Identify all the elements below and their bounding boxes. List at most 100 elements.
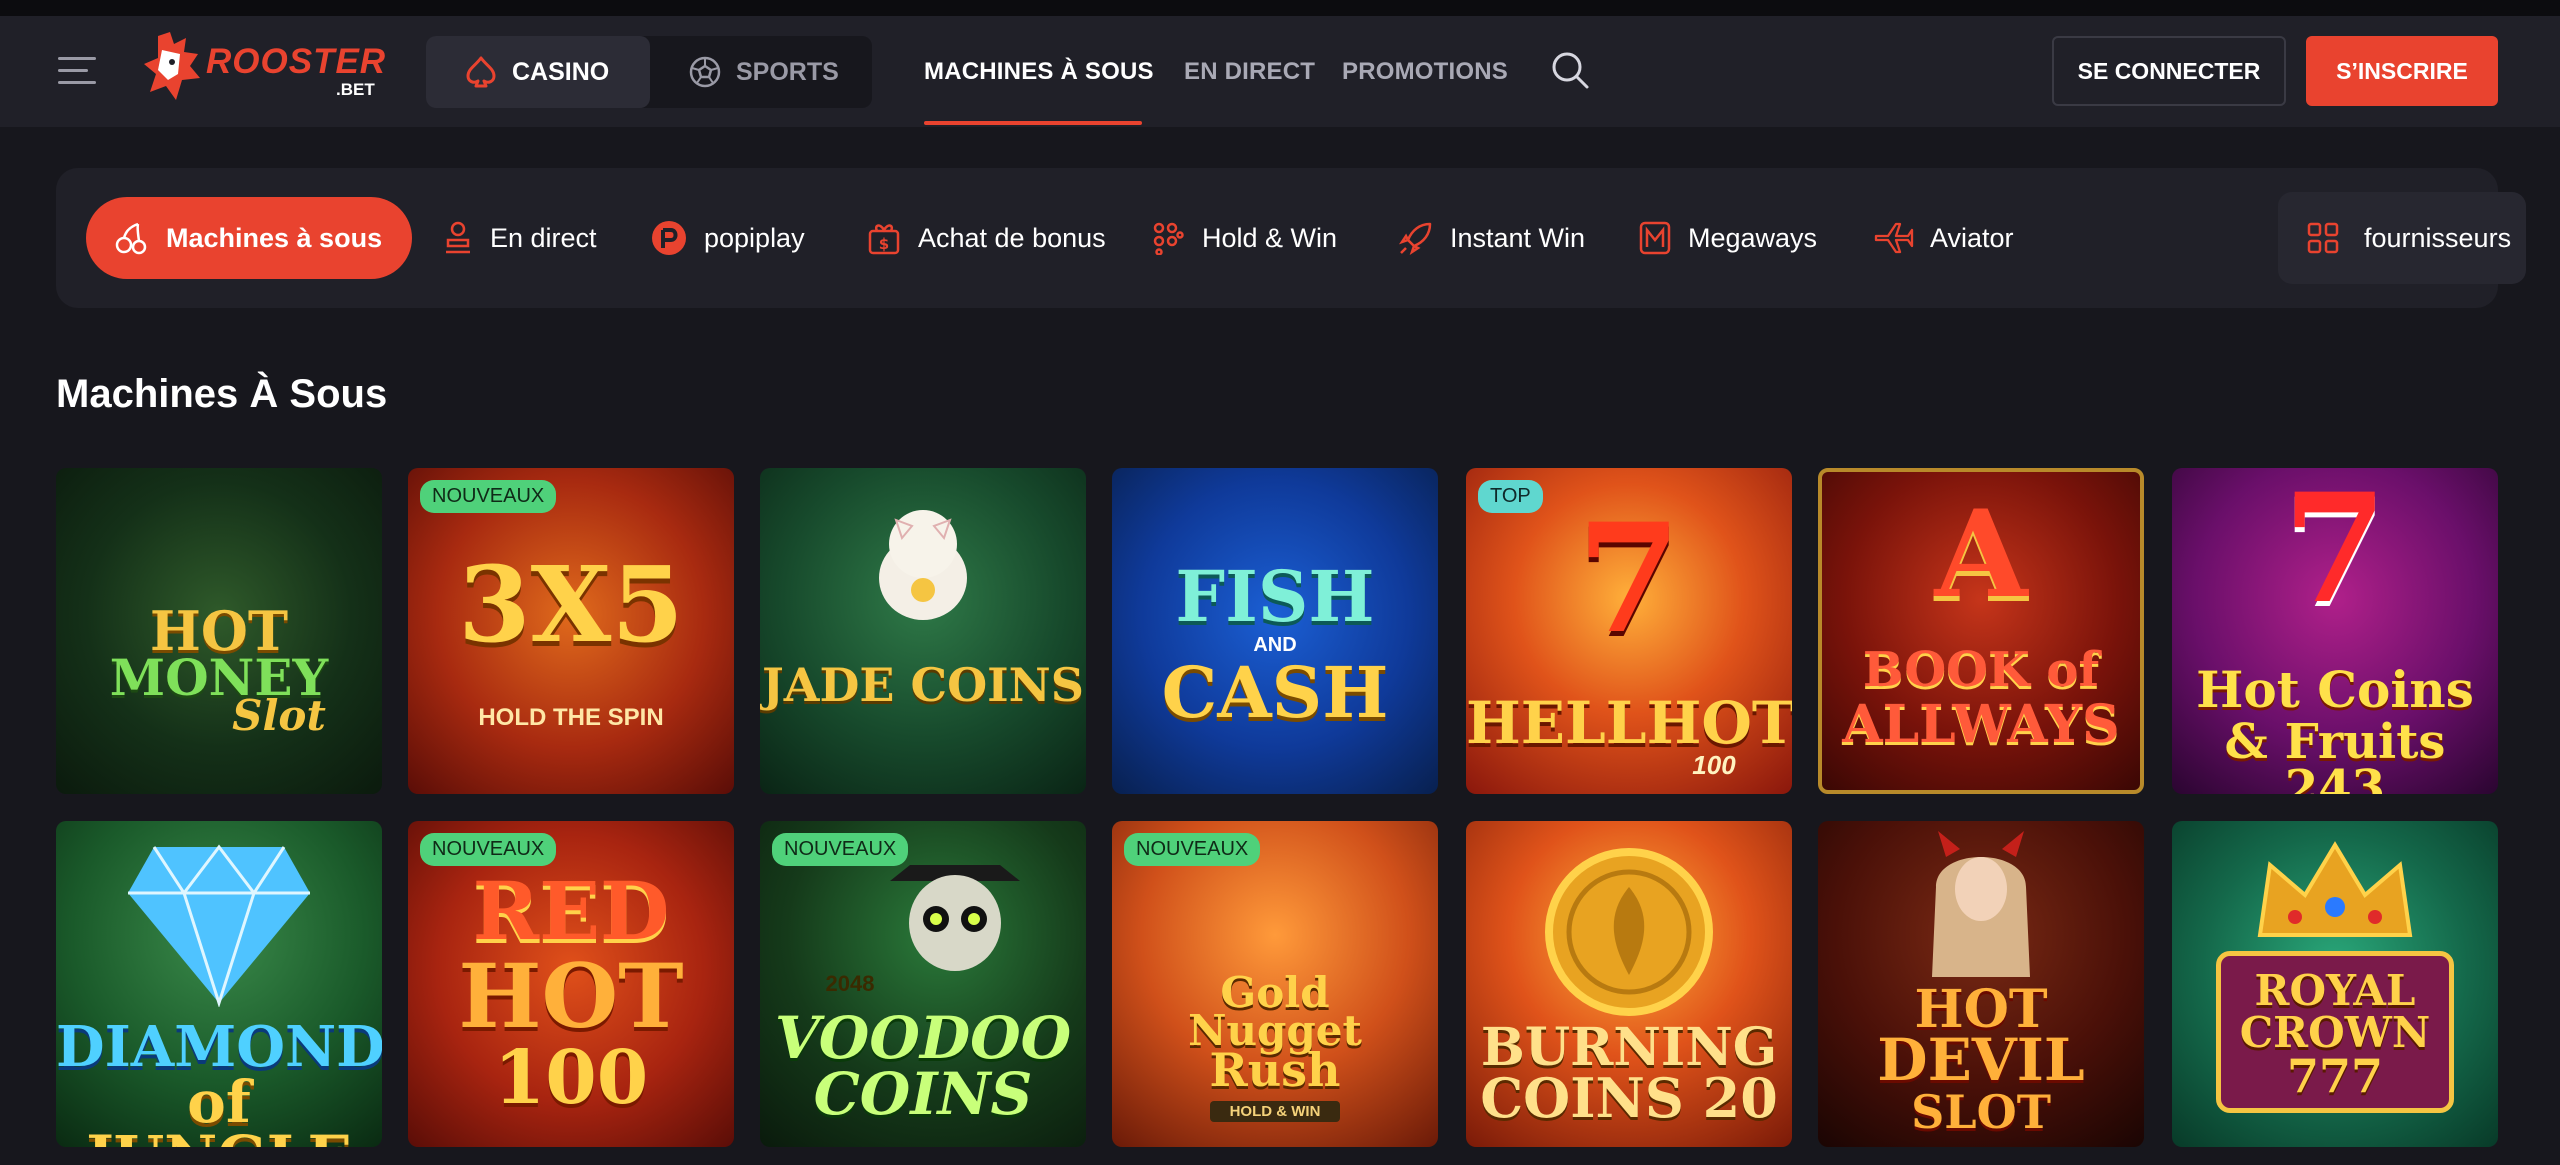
game-title: BOOK of (1862, 642, 2100, 698)
dots-grid-icon (1153, 222, 1184, 255)
game-tile-royal-crown-777[interactable]: ROYAL CROWN 777 (2172, 821, 2498, 1147)
game-title: 7 (2282, 468, 2388, 637)
category-instant-win[interactable]: Instant Win (1398, 197, 1585, 279)
badge-new: NOUVEAUX (1124, 833, 1261, 866)
category-label: Instant Win (1450, 222, 1586, 253)
game-subtitle: 2048 (825, 971, 875, 996)
section-title: Machines À Sous (56, 372, 388, 416)
rooster-head-icon (144, 32, 200, 100)
game-title: of JUNGLE (86, 1068, 352, 1147)
sports-tab-label: SPORTS (736, 57, 839, 86)
svg-text:$: $ (879, 235, 889, 253)
category-hold-win[interactable]: Hold & Win (1152, 197, 1337, 279)
game-title: Hot Coins (2196, 660, 2474, 719)
game-tile-hot-money-slot[interactable]: HOT MONEY Slot (56, 468, 382, 794)
browser-top-strip (0, 0, 2560, 16)
providers-label: fournisseurs (2364, 222, 2512, 253)
game-title: 3X5 (458, 543, 684, 666)
game-title: DEVIL (1877, 1026, 2085, 1094)
dealer-icon (446, 221, 470, 254)
gift-dollar-icon: $ (868, 224, 900, 255)
menu-icon[interactable] (58, 57, 96, 85)
grid-icon (2307, 222, 2339, 254)
game-title: MONEY (109, 648, 329, 707)
game-tile-jade-coins[interactable]: JADE COINS (760, 468, 1086, 794)
game-title: BURNING (1480, 1017, 1778, 1078)
plane-icon (1874, 222, 1914, 254)
nav-machines-a-sous[interactable]: MACHINES À SOUS (924, 58, 1154, 86)
category-label: Achat de bonus (918, 222, 1106, 253)
game-subtitle: HOLD & WIN (1210, 1101, 1340, 1122)
game-title: HELLHOT (1466, 689, 1792, 757)
game-tile-3x5-hold-the-spin[interactable]: NOUVEAUX 3X5 HOLD THE SPIN (408, 468, 734, 794)
game-title: CASH (1161, 651, 1389, 734)
game-title: ROYAL (2254, 966, 2416, 1015)
category-megaways[interactable]: Megaways (1638, 197, 1817, 279)
game-subtitle: HOLD THE SPIN (478, 704, 664, 731)
game-subtitle: 100 (1692, 750, 1736, 780)
search-icon[interactable] (1550, 50, 1590, 90)
skull-image (890, 865, 1020, 971)
devil-girl-image (1932, 831, 2030, 977)
game-title: COINS (813, 1060, 1033, 1128)
game-tile-book-of-allways[interactable]: A BOOK of ALLWAYS (1818, 468, 2144, 794)
game-title: A (1934, 484, 2028, 625)
game-title: RED (472, 864, 670, 958)
category-label: Machines à sous (166, 222, 383, 253)
game-tile-hot-devil-slot[interactable]: HOT DEVIL SLOT (1818, 821, 2144, 1147)
game-title: 100 (493, 1035, 649, 1121)
category-label: En direct (490, 222, 597, 253)
megaways-icon (1639, 221, 1671, 255)
game-title: Slot (232, 691, 326, 740)
top-navbar: ROOSTER .BET CASINO SPORTS MACHINES À SO… (0, 16, 2560, 127)
logo-sub: .BET (336, 80, 375, 99)
popiplay-icon (652, 221, 686, 255)
vertical-switcher: CASINO SPORTS (426, 36, 872, 108)
game-title: HOT (458, 944, 684, 1048)
category-bar: Machines à sous En direct popiplay $ Ach… (56, 168, 2526, 308)
category-popiplay[interactable]: popiplay (650, 197, 805, 279)
game-tile-voodoo-coins[interactable]: NOUVEAUX 2048 VOODOO COINS (760, 821, 1086, 1147)
game-title: ALLWAYS (1842, 694, 2120, 755)
game-tile-gold-nugget-rush[interactable]: NOUVEAUX Gold Nugget Rush HOLD & WIN (1112, 821, 1438, 1147)
login-button[interactable]: SE CONNECTER (2052, 36, 2286, 106)
signup-button[interactable]: S’INSCRIRE (2306, 36, 2498, 106)
game-tile-fish-and-cash[interactable]: FISH AND CASH (1112, 468, 1438, 794)
game-title: & Fruits 243 (2224, 714, 2446, 794)
sports-tab[interactable]: SPORTS (650, 36, 872, 108)
game-title: SLOT (1911, 1085, 2051, 1139)
category-machines-a-sous[interactable]: Machines à sous (86, 197, 413, 279)
category-en-direct[interactable]: En direct (442, 197, 597, 279)
game-tile-diamond-of-jungle[interactable]: DIAMOND of JUNGLE (56, 821, 382, 1147)
game-title: 777 (2286, 1049, 2384, 1103)
game-tile-hellhot-100[interactable]: TOP 7 HELLHOT 100 (1466, 468, 1792, 794)
game-title: CROWN (2239, 1008, 2431, 1057)
game-title: Rush (1209, 1043, 1341, 1097)
cherries-icon (115, 222, 147, 255)
casino-tab-label: CASINO (512, 57, 610, 86)
crown-image (2257, 841, 2413, 937)
game-title: JADE COINS (762, 658, 1084, 712)
rocket-icon (1398, 222, 1432, 256)
diamond-image (128, 844, 310, 1007)
active-nav-indicator (924, 121, 1142, 125)
category-label: Hold & Win (1202, 222, 1338, 253)
game-tile-burning-coins-20[interactable]: BURNING COINS 20 (1466, 821, 1792, 1147)
nav-promotions[interactable]: PROMOTIONS (1342, 58, 1508, 86)
category-label: Aviator (1930, 222, 2014, 253)
game-tile-hot-coins-fruits-243[interactable]: 7 Hot Coins & Fruits 243 (2172, 468, 2498, 794)
casino-tab[interactable]: CASINO (426, 36, 650, 108)
game-title: 7 (1576, 491, 1682, 667)
coin-image (1545, 848, 1713, 1016)
category-achat-de-bonus[interactable]: $ Achat de bonus (866, 197, 1106, 279)
lucky-cat-image (879, 510, 967, 620)
badge-new: NOUVEAUX (420, 833, 557, 866)
game-tile-red-hot-100[interactable]: NOUVEAUX RED HOT 100 (408, 821, 734, 1147)
category-aviator[interactable]: Aviator (1874, 197, 2014, 279)
providers-button[interactable]: fournisseurs (2278, 192, 2526, 284)
nav-en-direct[interactable]: EN DIRECT (1184, 58, 1315, 86)
rooster-bet-logo[interactable]: ROOSTER .BET (140, 30, 385, 114)
category-label: Megaways (1688, 222, 1818, 253)
badge-new: NOUVEAUX (420, 480, 557, 513)
soccer-ball-icon (689, 56, 721, 88)
